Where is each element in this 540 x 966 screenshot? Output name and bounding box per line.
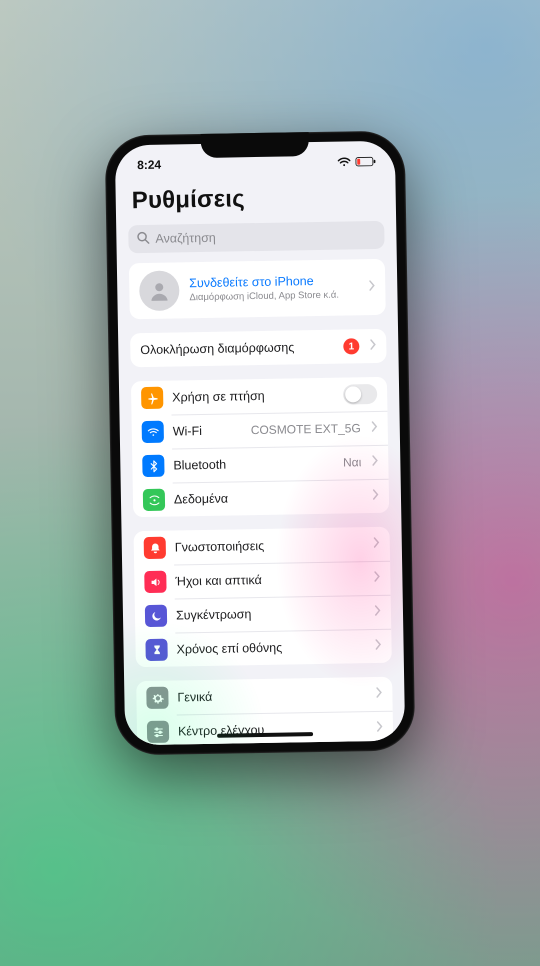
speaker-icon <box>144 571 166 593</box>
controlcenter-row[interactable]: Κέντρο ελέγχου <box>137 711 394 746</box>
connectivity-group: Χρήση σε πτήση Wi-Fi COSMOTE EXT_5G <box>131 377 389 517</box>
cellular-label: Δεδομένα <box>174 489 362 506</box>
wifi-row[interactable]: Wi-Fi COSMOTE EXT_5G <box>131 411 388 449</box>
wifi-value: COSMOTE EXT_5G <box>251 421 361 437</box>
airplane-label: Χρήση σε πτήση <box>172 388 334 405</box>
bell-icon <box>144 537 166 559</box>
battery-status-icon <box>355 155 377 166</box>
chevron-right-icon <box>372 453 378 471</box>
wifi-label: Wi-Fi <box>173 423 242 438</box>
attention-group: Γνωστοποιήσεις Ήχοι και απτικά Συγκέντ <box>134 527 392 667</box>
status-icons <box>337 155 377 167</box>
chevron-right-icon <box>377 719 383 737</box>
signin-secondary: Διαμόρφωση iCloud, App Store κ.ά. <box>189 289 357 304</box>
cellular-row[interactable]: Δεδομένα <box>133 479 390 517</box>
search-input[interactable]: Αναζήτηση <box>128 221 384 253</box>
general-row[interactable]: Γενικά <box>136 677 393 715</box>
phone-frame: 8:24 Ρ <box>105 130 416 755</box>
bluetooth-icon <box>142 455 164 477</box>
device-notch <box>201 132 309 158</box>
screentime-label: Χρόνος επί οθόνης <box>176 639 364 656</box>
gear-icon <box>146 687 168 709</box>
bluetooth-row[interactable]: Bluetooth Ναι <box>132 445 389 483</box>
notifications-label: Γνωστοποιήσεις <box>175 537 363 554</box>
bluetooth-value: Ναι <box>343 455 362 469</box>
signin-text: Συνδεθείτε στο iPhone Διαμόρφωση iCloud,… <box>189 274 357 304</box>
finish-setup-row[interactable]: Ολοκλήρωση διαμόρφωσης 1 <box>130 329 387 367</box>
sounds-row[interactable]: Ήχοι και απτικά <box>134 561 391 599</box>
avatar <box>139 270 180 311</box>
search-placeholder: Αναζήτηση <box>155 231 216 246</box>
notifications-row[interactable]: Γνωστοποιήσεις <box>134 527 391 565</box>
chevron-right-icon <box>374 535 380 553</box>
sliders-icon <box>147 721 169 743</box>
signin-row[interactable]: Συνδεθείτε στο iPhone Διαμόρφωση iCloud,… <box>129 259 386 319</box>
screen: 8:24 Ρ <box>115 141 405 746</box>
finish-setup-badge: 1 <box>343 338 359 354</box>
page-title-row: Ρυθμίσεις <box>115 177 396 222</box>
airplane-toggle[interactable] <box>343 384 377 405</box>
hourglass-icon <box>145 639 167 661</box>
wifi-status-icon <box>337 156 351 167</box>
display-row[interactable]: Οθόνη και Φωτεινότητα <box>137 745 394 746</box>
chevron-right-icon <box>375 637 381 655</box>
screentime-row[interactable]: Χρόνος επί οθόνης <box>135 629 392 667</box>
focus-row[interactable]: Συγκέντρωση <box>135 595 392 633</box>
wifi-icon <box>142 421 164 443</box>
sounds-label: Ήχοι και απτικά <box>175 571 363 588</box>
cellular-icon <box>143 489 165 511</box>
moon-icon <box>145 605 167 627</box>
chevron-right-icon <box>374 569 380 587</box>
search-icon <box>136 231 149 247</box>
chevron-right-icon <box>373 487 379 505</box>
airplane-icon <box>141 387 163 409</box>
status-time: 8:24 <box>137 158 161 172</box>
bluetooth-label: Bluetooth <box>173 456 334 473</box>
airplane-row[interactable]: Χρήση σε πτήση <box>131 377 388 415</box>
focus-label: Συγκέντρωση <box>176 605 364 622</box>
chevron-right-icon <box>375 603 381 621</box>
chevron-right-icon <box>370 337 376 355</box>
page-title: Ρυθμίσεις <box>132 183 380 215</box>
finish-setup-label: Ολοκλήρωση διαμόρφωσης <box>140 340 334 357</box>
chevron-right-icon <box>376 685 382 703</box>
chevron-right-icon <box>372 419 378 437</box>
chevron-right-icon <box>369 278 375 296</box>
signin-group: Συνδεθείτε στο iPhone Διαμόρφωση iCloud,… <box>129 259 386 319</box>
general-label: Γενικά <box>177 687 365 704</box>
finish-setup-group: Ολοκλήρωση διαμόρφωσης 1 <box>130 329 387 367</box>
